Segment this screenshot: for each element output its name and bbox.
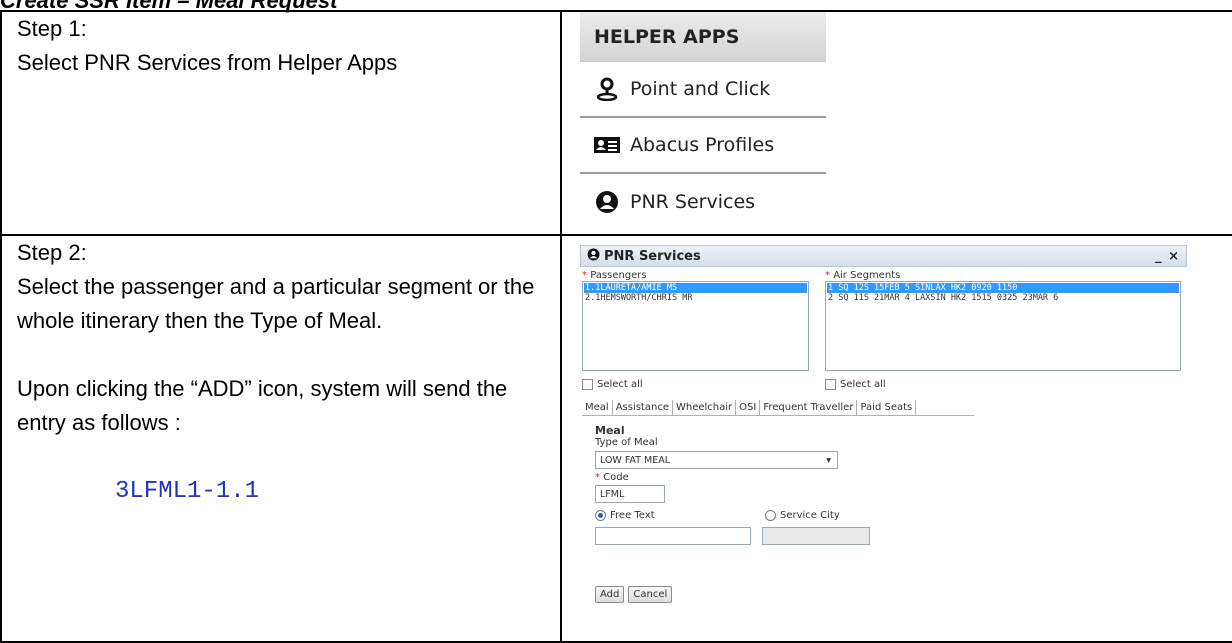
cancel-button[interactable]: Cancel — [628, 586, 673, 603]
type-of-meal-label: Type of Meal — [595, 437, 658, 448]
service-city-radio[interactable]: Service City — [765, 510, 840, 521]
helper-apps-panel: HELPER APPS Point and Click Abacus Profi… — [580, 12, 826, 230]
text-type-radios: Free Text Service City — [595, 510, 1187, 521]
helper-item-point-and-click[interactable]: Point and Click — [580, 62, 826, 118]
helper-item-abacus-profiles[interactable]: Abacus Profiles — [580, 118, 826, 174]
step2-add-note: Upon clicking the “ADD” icon, system wil… — [17, 376, 508, 435]
helper-apps-header: HELPER APPS — [580, 12, 826, 62]
step2-image-cell: PNR Services _ × * Passengers 1.1LAURETA… — [560, 234, 1232, 643]
segment-row[interactable]: 1 SQ 12S 15FEB 5 SINLAX HK2 0920 1150 — [827, 283, 1179, 293]
passengers-group: * Passengers 1.1LAURETA/AMIE MS 2.1HEMSW… — [582, 270, 809, 390]
service-city-input — [762, 527, 870, 545]
selection-lists: * Passengers 1.1LAURETA/AMIE MS 2.1HEMSW… — [580, 270, 1187, 390]
passenger-row[interactable]: 2.1HEMSWORTH/CHRIS MR — [584, 293, 807, 303]
id-card-icon — [594, 132, 620, 158]
select-all-checkbox[interactable] — [582, 379, 593, 390]
free-text-input[interactable] — [595, 527, 751, 545]
segment-row[interactable]: 2 SQ 11S 21MAR 4 LAXSIN HK2 1515 0325 23… — [827, 293, 1179, 303]
tab-assistance[interactable]: Assistance — [613, 400, 673, 415]
step1-text-cell: Step 1: Select PNR Services from Helper … — [0, 10, 562, 236]
text-inputs — [595, 527, 1187, 545]
passengers-listbox[interactable]: 1.1LAURETA/AMIE MS 2.1HEMSWORTH/CHRIS MR — [582, 281, 809, 371]
passengers-label: Passengers — [590, 270, 647, 281]
step2-instruction: Select the passenger and a particular se… — [17, 274, 535, 333]
tab-paid-seats[interactable]: Paid Seats — [857, 400, 917, 415]
tab-wheelchair[interactable]: Wheelchair — [673, 400, 737, 415]
radio-selected-icon[interactable] — [595, 510, 606, 521]
helper-item-label: Abacus Profiles — [630, 134, 775, 156]
segments-listbox[interactable]: 1 SQ 12S 15FEB 5 SINLAX HK2 0920 1150 2 … — [825, 281, 1181, 371]
step1-heading: Step 1: — [17, 16, 87, 41]
user-circle-icon — [594, 189, 620, 215]
passenger-row[interactable]: 1.1LAURETA/AMIE MS — [584, 283, 807, 293]
step2-row: Step 2: Select the passenger and a parti… — [0, 234, 1232, 643]
window-controls[interactable]: _ × — [1155, 249, 1180, 264]
code-label: Code — [603, 472, 629, 483]
pnr-window-titlebar: PNR Services _ × — [580, 245, 1187, 267]
code-input[interactable]: LFML — [595, 485, 665, 503]
step1-image-cell: HELPER APPS Point and Click Abacus Profi… — [560, 10, 1232, 236]
instruction-table: Step 1: Select PNR Services from Helper … — [0, 10, 1232, 643]
service-tabs: Meal Assistance Wheelchair OSI Frequent … — [582, 400, 974, 416]
radio-unselected-icon[interactable] — [765, 510, 776, 521]
pnr-window-title: PNR Services — [604, 248, 701, 264]
passengers-select-all[interactable]: Select all — [582, 379, 809, 390]
tab-meal[interactable]: Meal — [582, 400, 613, 415]
step1-instruction: Select PNR Services from Helper Apps — [17, 50, 398, 75]
meal-section-title: Meal — [595, 424, 625, 437]
chevron-down-icon: ▾ — [826, 454, 831, 466]
tab-osi[interactable]: OSI — [736, 400, 761, 415]
type-of-meal-select[interactable]: LOW FAT MEAL ▾ — [595, 451, 838, 469]
helper-item-label: PNR Services — [630, 191, 756, 213]
user-circle-icon — [587, 248, 600, 265]
add-button[interactable]: Add — [595, 586, 625, 603]
segments-group: * Air Segments 1 SQ 12S 15FEB 5 SINLAX H… — [825, 270, 1181, 390]
system-entry-command: 3LFML1-1.1 — [115, 478, 260, 505]
segments-select-all[interactable]: Select all — [825, 379, 1181, 390]
step1-row: Step 1: Select PNR Services from Helper … — [0, 10, 1232, 236]
step2-heading: Step 2: — [17, 240, 87, 265]
tab-frequent-traveller[interactable]: Frequent Traveller — [760, 400, 858, 415]
step2-text-cell: Step 2: Select the passenger and a parti… — [0, 234, 562, 643]
helper-item-pnr-services[interactable]: PNR Services — [580, 174, 826, 230]
meal-form: Meal Type of Meal LOW FAT MEAL ▾ * Code … — [580, 424, 1187, 603]
location-person-icon — [594, 76, 620, 102]
pnr-services-window: PNR Services _ × * Passengers 1.1LAURETA… — [580, 245, 1187, 635]
helper-item-label: Point and Click — [630, 78, 771, 100]
action-buttons: Add Cancel — [595, 586, 1187, 603]
select-all-checkbox[interactable] — [825, 379, 836, 390]
free-text-radio[interactable]: Free Text — [595, 510, 765, 521]
segments-label: Air Segments — [833, 270, 901, 281]
